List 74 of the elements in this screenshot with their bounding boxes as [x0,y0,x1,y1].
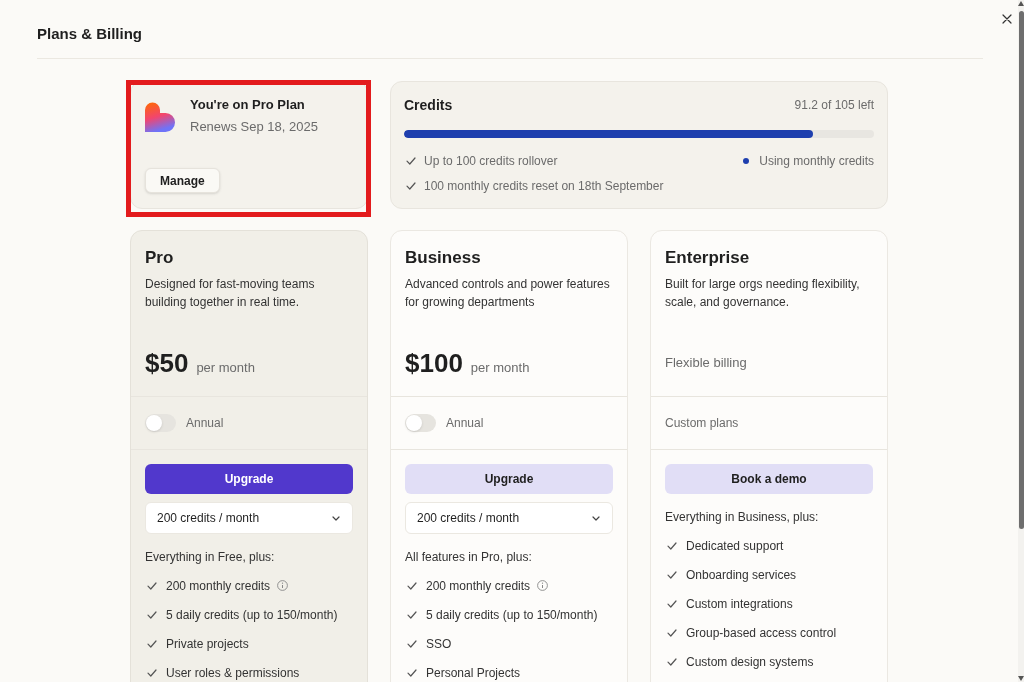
check-icon [667,657,677,666]
plan-name: Business [405,247,482,269]
feature-text: 5 daily credits (up to 150/month) [166,607,338,622]
check-icon [667,570,677,579]
feature-text: User roles & permissions [166,665,300,680]
feature-text: Onboarding services [686,567,797,582]
plan-title: You're on Pro Plan [190,96,306,114]
renewal-date: Renews Sep 18, 2025 [190,118,318,136]
status-dot-icon [743,158,750,164]
annual-toggle[interactable] [145,414,176,432]
scroll-up-arrow-icon[interactable] [1018,1,1024,6]
check-icon [407,610,417,619]
check-icon [406,182,416,190]
plan-description: Built for large orgs needing flexibility, scale, and governance. [665,276,861,311]
pricing-note: Flexible billing [665,354,747,372]
credits-note: Up to 100 credits rollover [424,153,558,170]
feature-text: SSO [426,636,452,651]
chevron-down-icon [592,515,600,521]
credits-dropdown[interactable]: 200 credits / month [405,502,613,534]
check-icon [407,668,417,677]
feature-text: Dedicated support [686,538,784,553]
manage-button[interactable]: Manage [145,168,220,193]
toggle-label: Annual [186,415,224,432]
check-icon [667,628,677,637]
annual-toggle[interactable] [405,414,436,432]
close-button[interactable] [1001,13,1013,25]
toggle-label: Annual [446,415,484,432]
check-icon [667,541,677,550]
plan-name: Pro [145,247,175,269]
feature-text: Custom design systems [686,654,814,669]
dropdown-value: 200 credits / month [417,510,520,527]
credits-dropdown[interactable]: 200 credits / month [145,502,353,534]
check-icon [147,639,157,648]
plan-price: $100 [405,347,463,379]
feature-text: Personal Projects [426,665,521,680]
check-icon [407,639,417,648]
feature-text: 200 monthly credits [166,578,271,593]
action-button[interactable]: Upgrade [405,464,613,494]
upgrade-button[interactable]: Upgrade [145,464,353,494]
scrollbar-thumb[interactable] [1018,11,1024,529]
heart-logo-icon [145,102,175,132]
credits-status: Using monthly credits [759,153,874,170]
close-icon [1002,14,1012,24]
check-icon [667,599,677,608]
feature-text: 5 daily credits (up to 150/month) [426,607,598,622]
plans-note: Custom plans [665,415,739,432]
credits-remaining: 91.2 of 105 left [794,97,874,114]
scroll-down-arrow-icon[interactable] [1018,676,1024,681]
info-icon[interactable] [277,580,289,591]
chevron-down-icon [332,515,340,521]
check-icon [406,157,416,165]
credits-note: 100 monthly credits reset on 18th September [424,178,664,195]
feature-text: Group-based access control [686,625,837,640]
price-period: per month [470,359,530,377]
features-heading: Everything in Free, plus: [145,549,276,566]
check-icon [147,610,157,619]
features-heading: Everything in Business, plus: [665,509,820,526]
feature-text: Private projects [166,636,249,651]
plan-price: $50 [145,347,189,379]
action-button[interactable]: Book a demo [665,464,873,494]
feature-text: 200 monthly credits [426,578,531,593]
features-heading: All features in Pro, plus: [405,549,533,566]
plan-name: Enterprise [665,247,751,269]
plan-description: Designed for fast-moving teams building together in real time. [145,276,316,311]
price-period: per month [196,359,255,377]
dropdown-value: 200 credits / month [157,510,260,527]
feature-text: Custom integrations [686,596,793,611]
check-icon [147,581,157,590]
check-icon [147,668,157,677]
info-icon[interactable] [537,580,549,591]
plan-description: Advanced controls and power features for growing departments [405,276,611,311]
credits-title: Credits [404,96,453,114]
check-icon [407,581,417,590]
page-title: Plans & Billing [37,25,142,42]
